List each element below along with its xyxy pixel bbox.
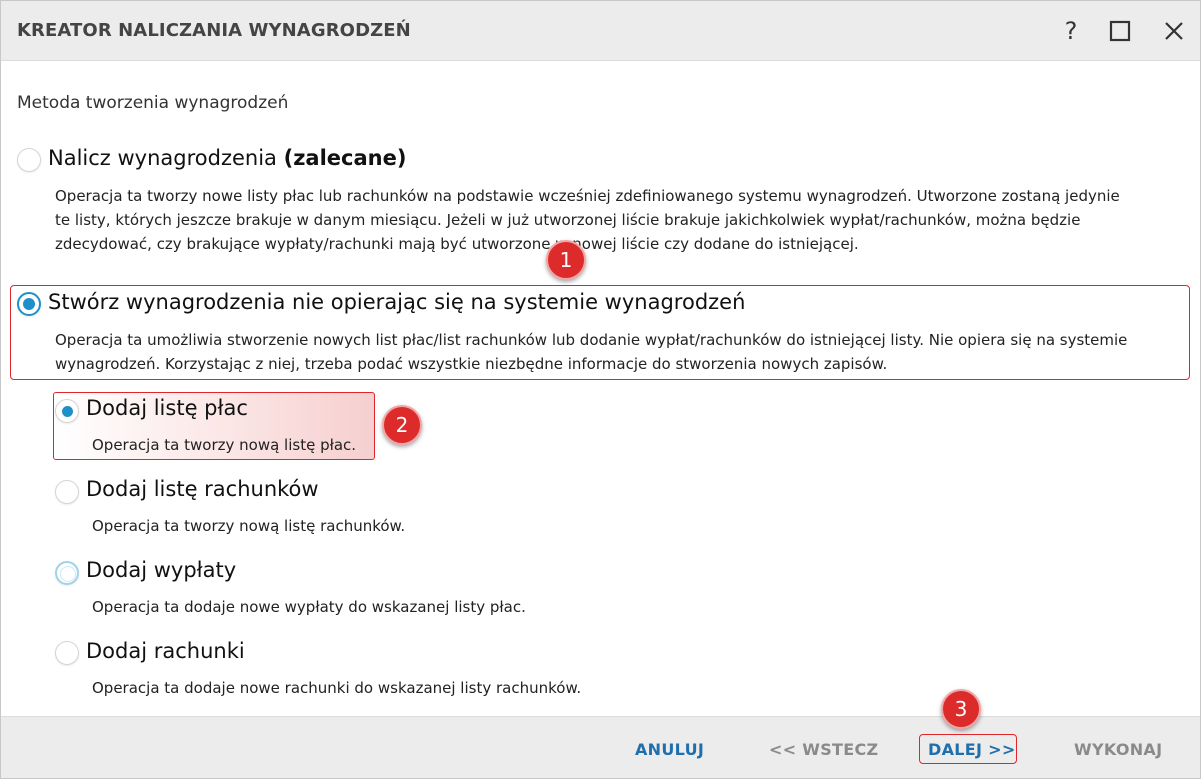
sub-option-payouts-desc: Operacja ta dodaje nowe wypłaty do wskaz… [92, 598, 526, 616]
option-calculate-recommended: (zalecane) [283, 146, 407, 170]
help-button[interactable]: ? [1055, 15, 1087, 47]
option-manual-title[interactable]: Stwórz wynagrodzenia nie opierając się n… [48, 290, 745, 314]
sub-option-payroll-title[interactable]: Dodaj listę płac [86, 396, 248, 420]
annotation-badge-1: 1 [546, 240, 586, 280]
maximize-button[interactable] [1104, 15, 1136, 47]
radio-add-bill-list[interactable] [55, 480, 79, 504]
option-calculate-title[interactable]: Nalicz wynagrodzenia (zalecane) [48, 146, 406, 170]
cancel-button[interactable]: ANULUJ [635, 740, 704, 759]
execute-button[interactable]: WYKONAJ [1074, 740, 1162, 759]
sub-option-payouts-title[interactable]: Dodaj wypłaty [86, 558, 236, 582]
option-calculate-label: Nalicz wynagrodzenia [48, 146, 277, 170]
radio-add-payouts[interactable] [55, 561, 79, 585]
window-title: KREATOR NALICZANIA WYNAGRODZEŃ [17, 20, 411, 41]
radio-manual-salaries[interactable] [17, 292, 41, 316]
wizard-window: KREATOR NALICZANIA WYNAGRODZEŃ ? Metoda … [0, 0, 1201, 779]
radio-calculate-salaries[interactable] [17, 148, 41, 172]
maximize-icon [1109, 20, 1131, 42]
next-button[interactable]: DALEJ >> [928, 740, 1016, 759]
close-button[interactable] [1158, 15, 1190, 47]
radio-add-payroll-list[interactable] [55, 399, 79, 423]
sub-option-bills-desc: Operacja ta tworzy nową listę rachunków. [92, 517, 406, 535]
sub-option-payroll-desc: Operacja ta tworzy nową listę płac. [92, 436, 357, 454]
annotation-badge-3: 3 [941, 689, 981, 729]
section-label: Metoda tworzenia wynagrodzeń [17, 93, 289, 113]
title-bar: KREATOR NALICZANIA WYNAGRODZEŃ ? [1, 1, 1200, 61]
sub-option-addbills-title[interactable]: Dodaj rachunki [86, 639, 245, 663]
close-icon [1165, 22, 1183, 40]
back-button[interactable]: << WSTECZ [769, 740, 878, 759]
annotation-badge-2: 2 [382, 405, 422, 445]
option-manual-desc: Operacja ta umożliwia stworzenie nowych … [55, 331, 1128, 373]
sub-option-bills-title[interactable]: Dodaj listę rachunków [86, 477, 319, 501]
help-icon: ? [1064, 17, 1078, 45]
sub-option-addbills-desc: Operacja ta dodaje nowe rachunki do wska… [92, 679, 582, 697]
radio-add-bills[interactable] [55, 641, 79, 665]
option-calculate-desc: Operacja ta tworzy nowe listy płac lub r… [55, 187, 1120, 253]
footer-bar: ANULUJ << WSTECZ DALEJ >> WYKONAJ [1, 716, 1200, 778]
